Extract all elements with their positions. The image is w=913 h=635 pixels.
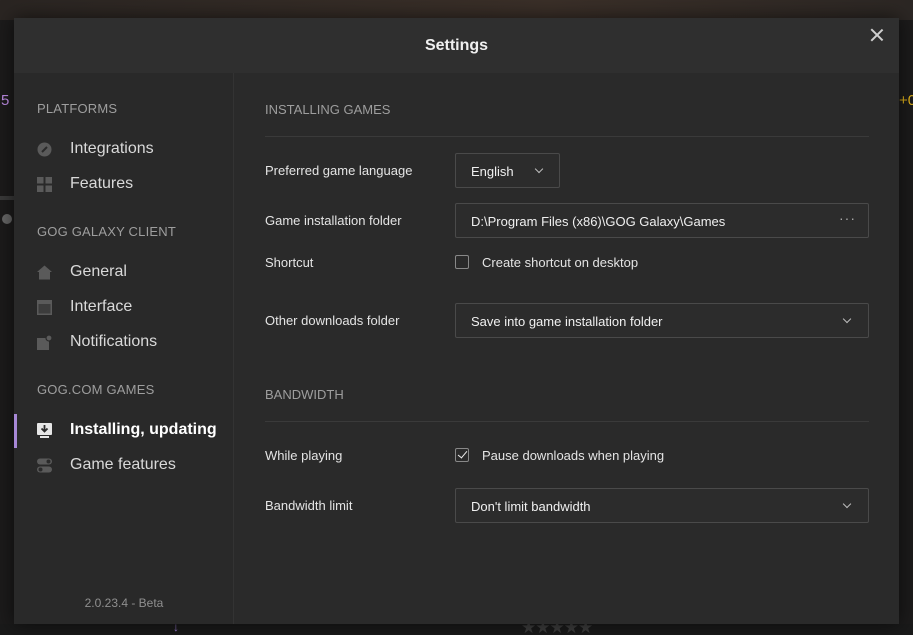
- window-icon: [37, 300, 52, 315]
- background-left-value: 5: [1, 92, 10, 109]
- grid-icon: [37, 177, 52, 192]
- chevron-down-icon: [534, 164, 544, 174]
- sidebar-item-features[interactable]: Features: [14, 170, 234, 200]
- background-mark: [2, 214, 12, 224]
- pause-downloads-checkbox[interactable]: [455, 448, 469, 462]
- language-value: English: [471, 164, 514, 179]
- create-shortcut-checkbox[interactable]: [455, 255, 469, 269]
- sidebar-item-label: General: [70, 263, 127, 280]
- background-right-value: +0: [899, 92, 913, 109]
- sidebar-item-notifications[interactable]: Notifications: [14, 328, 234, 358]
- background-bar: [0, 196, 14, 200]
- background-app-bottom: [0, 624, 913, 635]
- link-icon: [37, 142, 52, 157]
- sidebar-item-label: Game features: [70, 456, 176, 473]
- sidebar-item-label: Notifications: [70, 333, 158, 350]
- pause-downloads-label[interactable]: Pause downloads when playing: [482, 448, 664, 463]
- installation-folder-value: D:\Program Files (x86)\GOG Galaxy\Games: [471, 214, 726, 229]
- chevron-down-icon: [842, 499, 852, 509]
- settings-content: INSTALLING GAMES Preferred game language…: [235, 73, 899, 624]
- home-icon: [37, 265, 52, 280]
- background-app-top: [0, 0, 913, 20]
- sidebar-item-interface[interactable]: Interface: [14, 293, 234, 323]
- sidebar-section-client: GOG GALAXY CLIENT: [37, 224, 176, 239]
- section-title-installing-games: INSTALLING GAMES: [265, 102, 391, 117]
- other-downloads-value: Save into game installation folder: [471, 314, 663, 329]
- installation-folder-field[interactable]: D:\Program Files (x86)\GOG Galaxy\Games …: [455, 203, 869, 238]
- language-dropdown[interactable]: English: [455, 153, 560, 188]
- section-divider: [265, 421, 869, 422]
- sidebar-section-gog-games: GOG.COM GAMES: [37, 382, 155, 397]
- sidebar-item-label: Interface: [70, 298, 133, 315]
- download-icon: [37, 423, 52, 438]
- close-icon[interactable]: [869, 27, 885, 43]
- sidebar-section-platforms: PLATFORMS: [37, 101, 118, 116]
- more-icon[interactable]: ···: [839, 210, 856, 226]
- sidebar-item-label: Installing, updating: [70, 421, 217, 438]
- settings-sidebar: PLATFORMS Integrations Features GOG GALA…: [14, 73, 234, 624]
- preferred-language-label: Preferred game language: [265, 163, 413, 178]
- sidebar-item-integrations[interactable]: Integrations: [14, 135, 234, 165]
- section-title-bandwidth: BANDWIDTH: [265, 387, 344, 402]
- dialog-header: Settings: [14, 18, 899, 73]
- chevron-down-icon: [842, 314, 852, 324]
- sidebar-item-general[interactable]: General: [14, 258, 234, 288]
- settings-dialog: Settings PLATFORMS Integrations Features…: [14, 18, 899, 624]
- dialog-title: Settings: [424, 37, 489, 54]
- create-shortcut-label[interactable]: Create shortcut on desktop: [482, 255, 638, 270]
- shortcut-label: Shortcut: [265, 255, 314, 270]
- sidebar-item-game-features[interactable]: Game features: [14, 451, 234, 481]
- bandwidth-limit-value: Don't limit bandwidth: [471, 499, 591, 514]
- bandwidth-limit-dropdown[interactable]: Don't limit bandwidth: [455, 488, 869, 523]
- installation-folder-label: Game installation folder: [265, 213, 402, 228]
- version-label: 2.0.23.4 - Beta: [84, 596, 164, 610]
- toggles-icon: [37, 458, 52, 473]
- section-divider: [265, 136, 869, 137]
- while-playing-label: While playing: [265, 448, 343, 463]
- other-downloads-label: Other downloads folder: [265, 313, 400, 328]
- other-downloads-dropdown[interactable]: Save into game installation folder: [455, 303, 869, 338]
- sidebar-item-label: Integrations: [70, 140, 154, 157]
- bandwidth-limit-label: Bandwidth limit: [265, 498, 353, 513]
- notification-icon: [37, 335, 52, 350]
- sidebar-item-installing-updating[interactable]: Installing, updating: [14, 414, 234, 448]
- sidebar-item-label: Features: [70, 175, 134, 192]
